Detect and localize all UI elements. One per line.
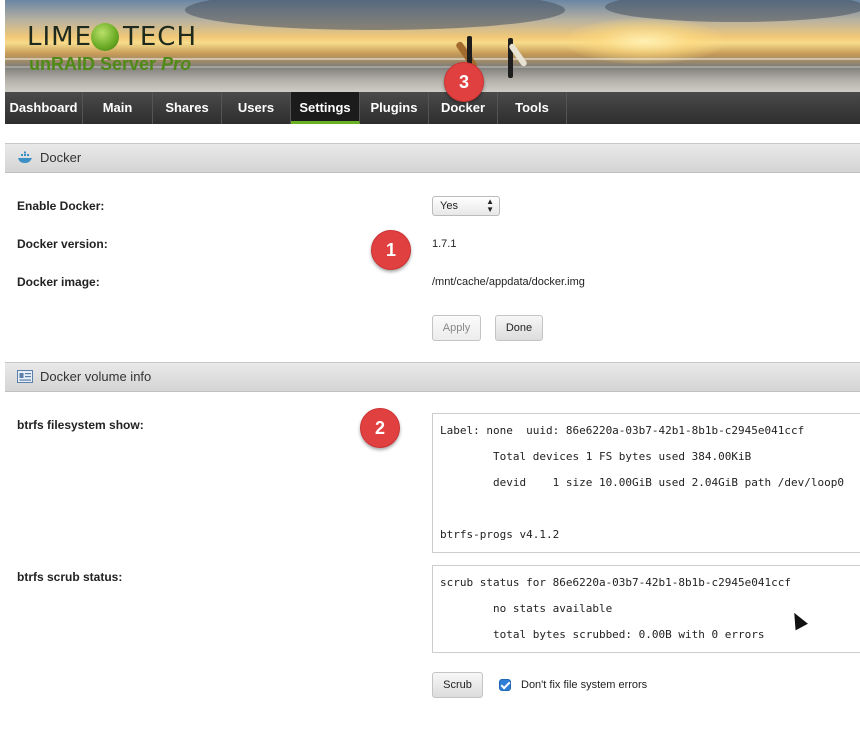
sky-cloud (185, 0, 565, 30)
enable-docker-select[interactable]: Yes ▲ ▼ (432, 196, 500, 216)
fs-show-output: Label: none uuid: 86e6220a-03b7-42b1-8b1… (432, 413, 860, 553)
annotation-badge-2: 2 (360, 408, 400, 448)
nav-item-plugins[interactable]: Plugins (360, 92, 429, 124)
scrub-line: scrub status for 86e6220a-03b7-42b1-8b1b… (440, 576, 791, 589)
lime-logo-icon (91, 23, 119, 51)
product-title: unRAID Server (29, 54, 157, 74)
docker-section-header: Docker (5, 143, 860, 173)
logo-tech-text: TECH (123, 22, 198, 52)
product-edition: Pro (161, 54, 192, 74)
annotation-badge-1: 1 (371, 230, 411, 270)
docker-version-label: Docker version: (17, 237, 108, 251)
done-button[interactable]: Done (495, 315, 543, 341)
nav-item-settings[interactable]: Settings (291, 92, 360, 124)
annotation-badge-3: 3 (444, 62, 484, 102)
fs-show-line: btrfs-progs v4.1.2 (440, 528, 560, 541)
select-arrows-icon: ▲ ▼ (486, 197, 494, 214)
nav-item-dashboard[interactable]: Dashboard (5, 92, 83, 124)
nav-item-shares[interactable]: Shares (153, 92, 222, 124)
docker-image-label: Docker image: (17, 275, 100, 289)
scrub-status-output: scrub status for 86e6220a-03b7-42b1-8b1b… (432, 565, 860, 653)
header-banner: LIME TECH unRAID Server Pro (5, 0, 860, 93)
info-card-icon (17, 370, 33, 383)
volume-info-section-title: Docker volume info (40, 369, 152, 384)
main-nav: Dashboard Main Shares Users Settings Plu… (5, 92, 860, 124)
logo-lime-text: LIME (27, 22, 93, 52)
scrub-line: total bytes scrubbed: 0.00B with 0 error… (440, 628, 765, 641)
no-fix-label: Don't fix file system errors (521, 679, 648, 691)
docker-section-title: Docker (40, 150, 82, 165)
enable-docker-label: Enable Docker: (17, 199, 105, 213)
volume-info-section-header: Docker volume info (5, 362, 860, 392)
nav-item-main[interactable]: Main (83, 92, 153, 124)
fs-show-line: devid 1 size 10.00GiB used 2.04GiB path … (440, 476, 844, 489)
nav-item-users[interactable]: Users (222, 92, 291, 124)
fs-show-line: Label: none uuid: 86e6220a-03b7-42b1-8b1… (440, 424, 805, 437)
docker-whale-icon (18, 151, 32, 163)
docker-image-value: /mnt/cache/appdata/docker.img (432, 276, 585, 288)
enable-docker-value: Yes (440, 200, 458, 212)
scrub-status-label: btrfs scrub status: (17, 570, 123, 584)
fs-show-line: Total devices 1 FS bytes used 384.00KiB (440, 450, 752, 463)
product-name: unRAID Server Pro (29, 54, 191, 75)
docker-version-value: 1.7.1 (432, 238, 457, 250)
fs-show-label: btrfs filesystem show: (17, 418, 144, 432)
no-fix-checkbox[interactable] (499, 679, 511, 691)
apply-button[interactable]: Apply (432, 315, 481, 341)
nav-item-tools[interactable]: Tools (498, 92, 567, 124)
scrub-button[interactable]: Scrub (432, 672, 483, 698)
scrub-line: no stats available (440, 602, 613, 615)
